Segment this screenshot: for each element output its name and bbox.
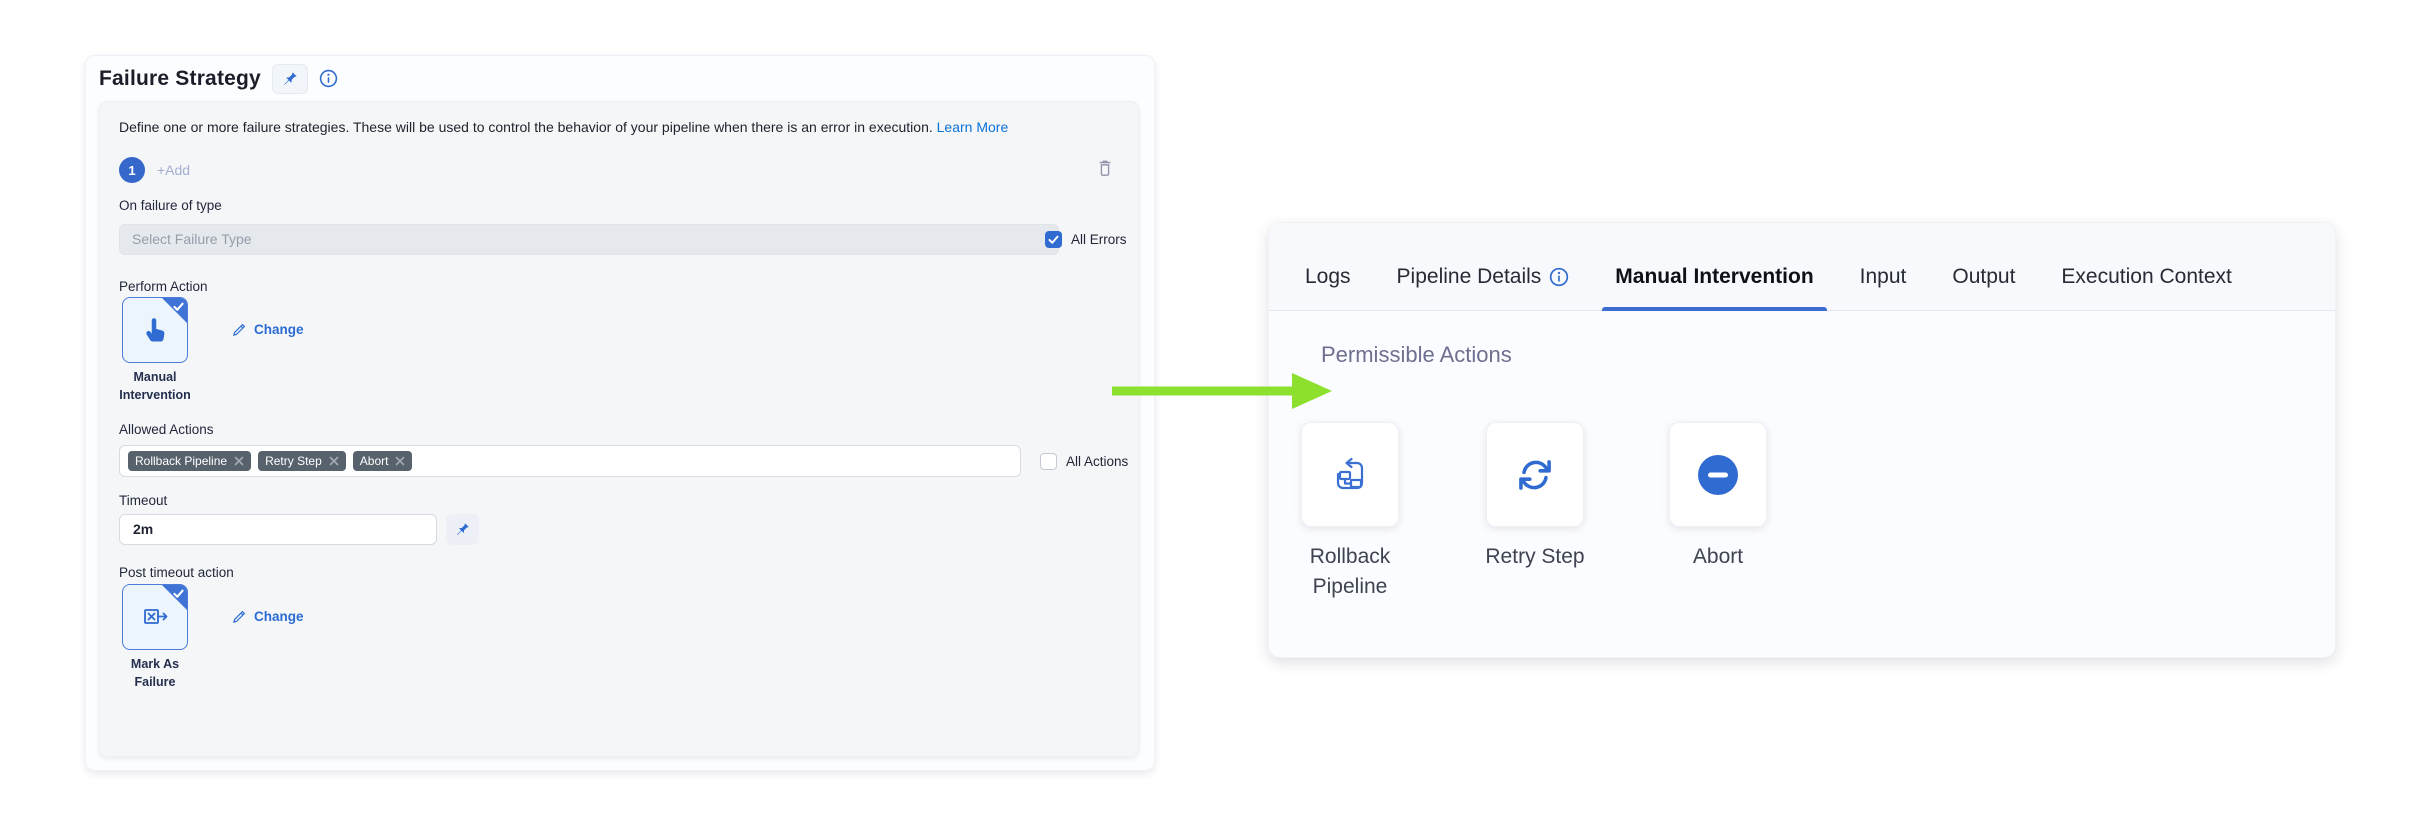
pin-icon <box>282 71 298 87</box>
permissible-actions-heading: Permissible Actions <box>1321 342 1512 368</box>
timeout-input[interactable]: 2m <box>119 514 437 545</box>
abort-icon <box>1695 452 1741 498</box>
action-label-retry-step: Retry Step <box>1455 542 1615 572</box>
description-text: Define one or more failure strategies. T… <box>119 119 1008 135</box>
tab-manual-intervention[interactable]: Manual Intervention <box>1615 265 1813 310</box>
abort-action-card[interactable] <box>1669 422 1767 527</box>
tag-abort: Abort <box>353 451 413 471</box>
on-failure-of-type-label: On failure of type <box>119 198 222 213</box>
action-label-rollback-pipeline: Rollback Pipeline <box>1290 542 1410 602</box>
failure-strategy-form: Define one or more failure strategies. T… <box>99 101 1139 757</box>
all-errors-checkbox-row: All Errors <box>1045 231 1127 248</box>
remove-tag-icon[interactable] <box>329 456 339 466</box>
failure-strategy-panel: Failure Strategy Define one or more fail… <box>85 55 1155 771</box>
pencil-icon <box>232 609 247 624</box>
tag-rollback-pipeline: Rollback Pipeline <box>128 451 251 471</box>
panel-header: Failure Strategy <box>99 56 338 101</box>
timeout-pin-button[interactable] <box>446 514 479 545</box>
post-timeout-action-card[interactable] <box>122 584 188 650</box>
info-icon[interactable] <box>319 69 338 88</box>
delete-strategy-button[interactable] <box>1096 158 1116 180</box>
timeout-label: Timeout <box>119 493 167 508</box>
post-timeout-action-value: Mark As Failure <box>115 656 195 691</box>
pin-icon <box>455 522 470 537</box>
all-actions-checkbox-row: All Actions <box>1040 453 1128 470</box>
tab-pipeline-details[interactable]: Pipeline Details <box>1397 265 1570 310</box>
check-icon <box>172 587 185 600</box>
tab-input[interactable]: Input <box>1860 265 1907 310</box>
all-actions-label: All Actions <box>1066 454 1128 469</box>
details-tab-bar: Logs Pipeline Details Manual Interventio… <box>1269 223 2335 311</box>
rollback-pipeline-action-card[interactable] <box>1301 422 1399 527</box>
learn-more-link[interactable]: Learn More <box>937 119 1009 135</box>
failure-type-select[interactable]: Select Failure Type <box>119 224 1059 255</box>
post-timeout-action-label: Post timeout action <box>119 565 234 580</box>
all-errors-label: All Errors <box>1071 232 1127 247</box>
pin-button[interactable] <box>272 64 308 94</box>
all-actions-checkbox[interactable] <box>1040 453 1057 470</box>
all-errors-checkbox[interactable] <box>1045 231 1062 248</box>
change-perform-action-link[interactable]: Change <box>232 322 304 337</box>
remove-tag-icon[interactable] <box>234 456 244 466</box>
allowed-actions-label: Allowed Actions <box>119 422 214 437</box>
perform-action-card[interactable] <box>122 297 188 363</box>
action-label-abort: Abort <box>1638 542 1798 572</box>
perform-action-label: Perform Action <box>119 279 208 294</box>
rollback-pipeline-icon <box>1327 452 1373 498</box>
add-strategy-button[interactable]: +Add <box>157 162 190 178</box>
retry-step-action-card[interactable] <box>1486 422 1584 527</box>
strategy-index-badge[interactable]: 1 <box>119 157 145 183</box>
info-icon <box>1549 267 1569 287</box>
retry-step-icon <box>1511 451 1559 499</box>
perform-action-value: Manual Intervention <box>110 369 200 404</box>
tab-output[interactable]: Output <box>1952 265 2015 310</box>
change-post-timeout-link[interactable]: Change <box>232 609 304 624</box>
strategy-list: 1 +Add <box>119 157 190 183</box>
tab-logs[interactable]: Logs <box>1305 265 1351 310</box>
trash-icon <box>1096 158 1114 178</box>
check-icon <box>172 300 185 313</box>
remove-tag-icon[interactable] <box>395 456 405 466</box>
check-icon <box>1047 233 1060 246</box>
step-details-panel: Logs Pipeline Details Manual Interventio… <box>1268 222 2336 658</box>
tag-retry-step: Retry Step <box>258 451 346 471</box>
pencil-icon <box>232 322 247 337</box>
allowed-actions-input[interactable]: Rollback Pipeline Retry Step Abort <box>119 445 1021 477</box>
panel-title: Failure Strategy <box>99 67 261 91</box>
tab-execution-context[interactable]: Execution Context <box>2061 265 2231 310</box>
